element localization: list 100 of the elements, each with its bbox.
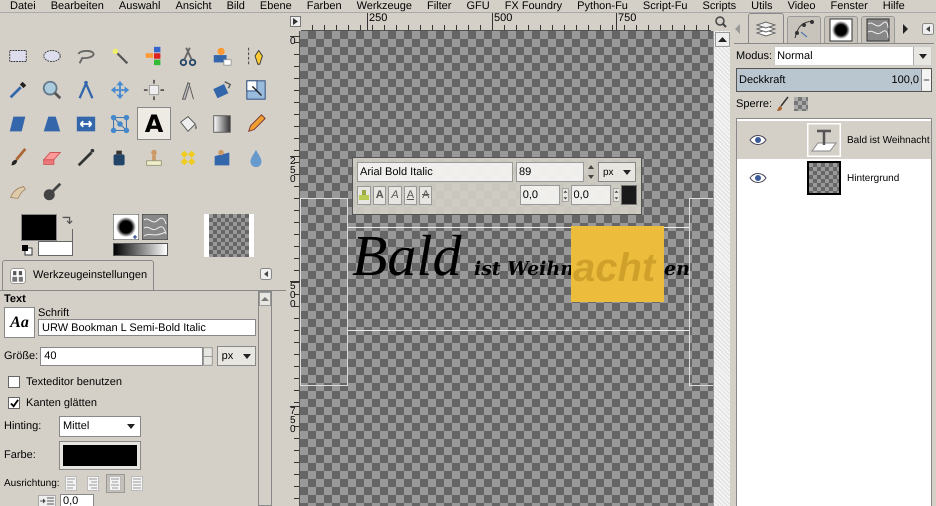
justify-center-icon	[109, 476, 122, 491]
panel-menu-icon[interactable]	[260, 268, 272, 280]
airbrush-icon	[75, 146, 97, 168]
menu-item[interactable]: Ebene	[260, 0, 292, 12]
scrollbar[interactable]	[258, 291, 272, 506]
align-icon	[143, 78, 165, 100]
font-field[interactable]: URW Bookman L Semi-Bold Italic	[38, 319, 256, 336]
style-button[interactable]: A	[404, 186, 418, 204]
scroll-up-icon[interactable]	[714, 32, 730, 47]
mode-dropdown[interactable]: Normal	[774, 46, 932, 66]
layer-thumbnail[interactable]	[807, 161, 841, 195]
layer-name: Hintergrund	[847, 172, 900, 186]
menu-item[interactable]: Filter	[427, 0, 452, 12]
navigate-icon[interactable]	[290, 16, 301, 27]
menu-item[interactable]: Bild	[226, 0, 245, 12]
field-label: Modus:	[736, 48, 772, 64]
menu-item[interactable]: Datei	[10, 0, 36, 12]
size-field[interactable]: 89	[516, 162, 584, 182]
menu-item[interactable]: Video	[788, 0, 816, 12]
menu-item[interactable]: Fenster	[830, 0, 868, 12]
field-label: Größe:	[4, 348, 38, 364]
menu-item[interactable]: Farben	[306, 0, 342, 12]
stamp-icon	[358, 189, 370, 201]
ruler-label: 500	[290, 281, 300, 309]
eye-icon[interactable]	[749, 134, 767, 146]
menu-item[interactable]: Bearbeiten	[50, 0, 104, 12]
kerning-field[interactable]: 0,0	[570, 185, 611, 205]
font-button[interactable]: Aa	[4, 307, 35, 338]
unit-dropdown[interactable]: px	[216, 346, 256, 366]
style-button[interactable]: A	[419, 186, 432, 204]
indent-field[interactable]: 0,0	[60, 494, 94, 506]
lock-alpha-icon[interactable]	[794, 97, 808, 111]
checkbox[interactable]	[8, 376, 20, 388]
tab-scroll-right-icon[interactable]	[902, 24, 909, 34]
zoom-icon[interactable]	[714, 15, 727, 28]
baseline-field[interactable]: 0,0	[520, 185, 560, 205]
menu-item[interactable]: Utils	[751, 0, 773, 12]
spinner-icon[interactable]	[921, 69, 931, 91]
opacity-slider[interactable]: Deckkraft 100,0	[736, 68, 932, 92]
background-color-swatch[interactable]	[38, 229, 73, 256]
color-button[interactable]	[59, 441, 141, 470]
justify-button[interactable]	[106, 474, 125, 493]
vertical-scrollbar[interactable]	[713, 31, 730, 506]
dropdown-caret-icon	[623, 170, 631, 174]
image-preview[interactable]	[204, 214, 254, 257]
canvas-text: en	[664, 260, 690, 279]
dock-tab[interactable]	[787, 16, 821, 43]
slider-value: 100,0	[891, 72, 919, 88]
panel-menu-icon[interactable]	[922, 23, 934, 35]
text-color-button[interactable]	[621, 185, 637, 205]
brush-preview-icon[interactable]	[113, 214, 139, 240]
field-label: Ausrichtung:	[4, 477, 60, 491]
lock-pixels-icon[interactable]	[775, 96, 790, 112]
spinner-icon[interactable]	[562, 186, 569, 204]
field-label: Hinting:	[4, 419, 42, 434]
move-arrows-icon	[109, 78, 131, 100]
scale-icon	[245, 78, 267, 100]
scissors-icon	[177, 44, 199, 66]
checkbox[interactable]	[8, 397, 20, 409]
menu-item[interactable]: FX Foundry	[504, 0, 562, 12]
text-layer-thumbnail[interactable]	[807, 123, 841, 157]
swap-arrows-icon[interactable]	[61, 214, 73, 226]
style-button[interactable]: A	[373, 186, 386, 204]
dropdown-caret-icon	[127, 424, 135, 429]
menu-item[interactable]: GFU	[466, 0, 490, 12]
hinting-dropdown[interactable]: Mittel	[59, 416, 141, 437]
canvas-text: Bald	[352, 227, 462, 285]
dodge-burn-icon	[41, 180, 63, 202]
menu-item[interactable]: Auswahl	[118, 0, 160, 12]
menu-item[interactable]: Werkzeuge	[356, 0, 412, 12]
field-label: Schrift	[38, 307, 70, 319]
dropdown-caret-icon	[243, 354, 251, 358]
menu-item[interactable]: Script-Fu	[642, 0, 688, 12]
brush-preview-icon	[829, 18, 853, 42]
spinner-icon[interactable]	[612, 186, 620, 204]
field-label: Farbe:	[4, 448, 37, 464]
checkmark-icon	[10, 398, 18, 408]
nodes-icon	[109, 112, 131, 134]
dock-tab[interactable]	[824, 16, 858, 43]
ruler-label: 250	[367, 13, 388, 30]
style-button[interactable]: A	[388, 186, 402, 204]
text-tool-button[interactable]: A	[137, 107, 171, 140]
gradient-preview[interactable]	[113, 243, 168, 256]
layer-row[interactable]: Bald ist Weihnacht	[737, 121, 931, 159]
pattern-preview-icon[interactable]	[142, 214, 168, 240]
font-field[interactable]: Arial Bold Italic	[357, 162, 513, 182]
menu-item[interactable]: Python-Fu	[577, 0, 628, 12]
eye-icon[interactable]	[749, 172, 767, 184]
menu-item[interactable]: Scripts	[702, 0, 736, 12]
menu-item[interactable]: Hilfe	[882, 0, 905, 12]
foreground-color-swatch[interactable]	[21, 214, 57, 241]
menu-item[interactable]: Ansicht	[175, 0, 212, 12]
size-field[interactable]: 40	[40, 346, 203, 366]
dropdown-caret-icon	[918, 54, 926, 58]
dock-tab[interactable]	[861, 16, 895, 43]
spinner-icon[interactable]	[587, 163, 595, 181]
tool-options-tab[interactable]: Werkzeugeinstellungen	[2, 260, 154, 290]
tool-options-icon	[9, 266, 27, 284]
default-colors-icon[interactable]	[21, 244, 33, 256]
unit-dropdown[interactable]: px	[598, 162, 636, 182]
